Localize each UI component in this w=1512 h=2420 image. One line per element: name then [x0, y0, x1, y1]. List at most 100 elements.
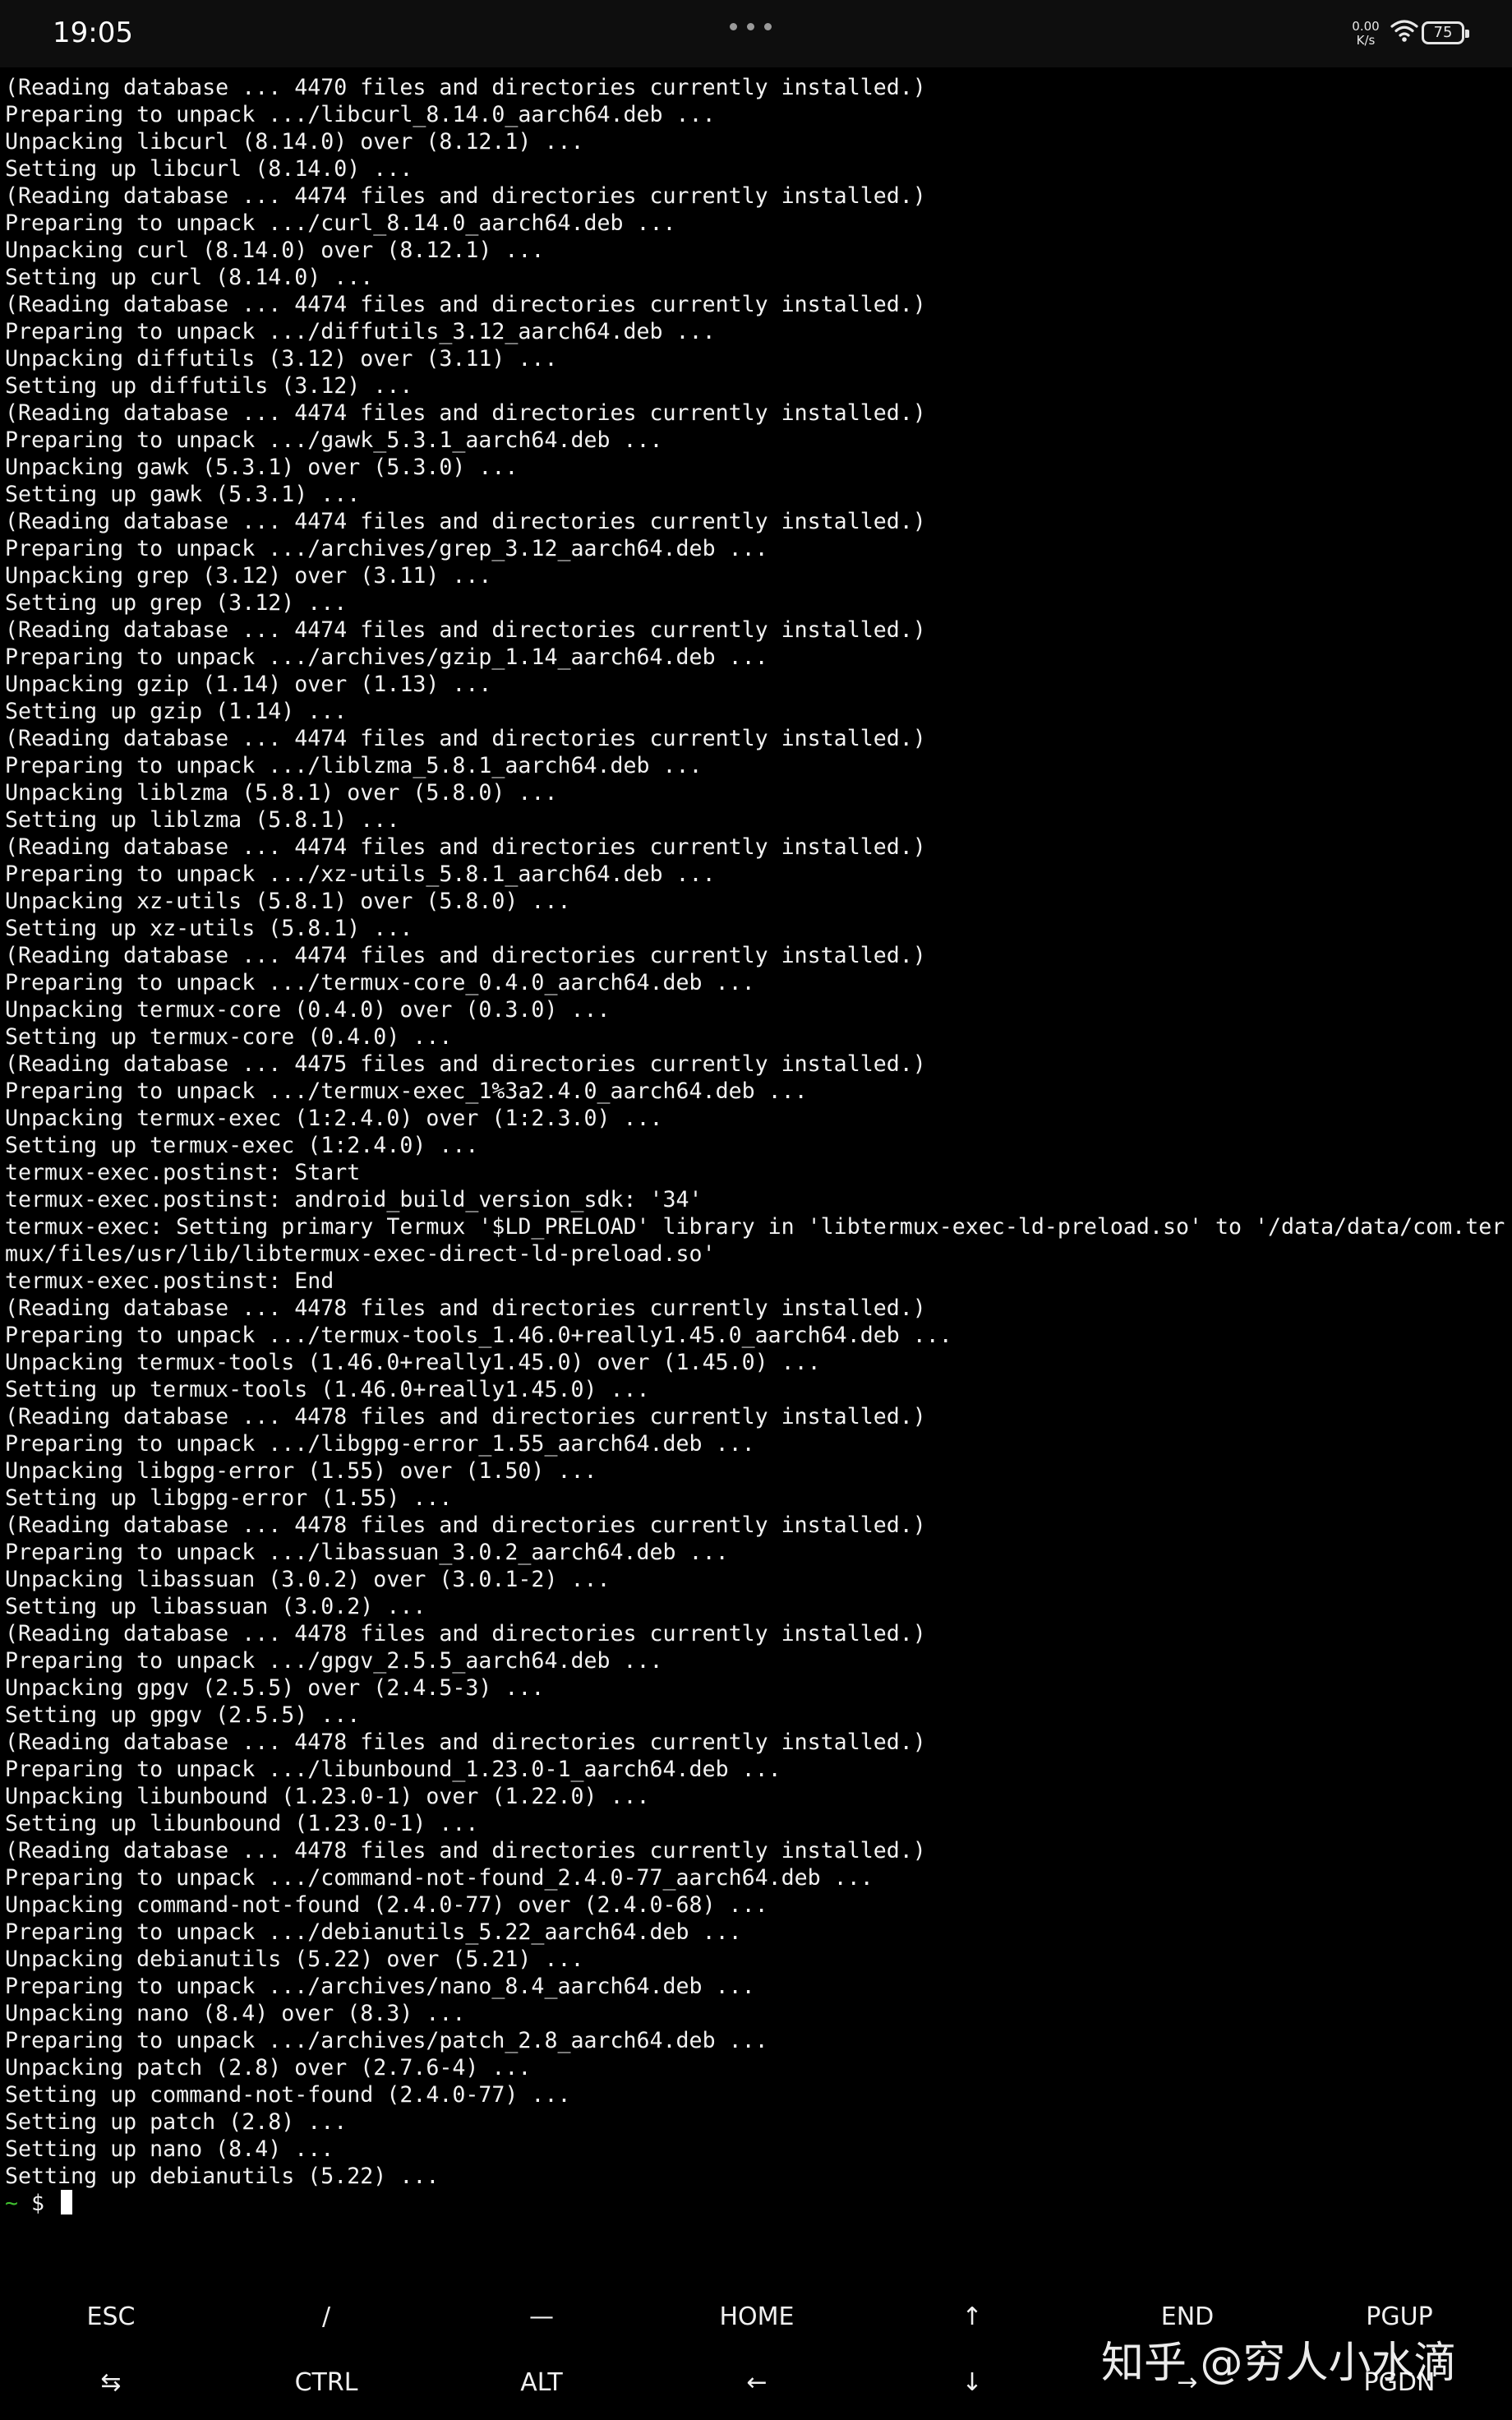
terminal-line: Preparing to unpack .../liblzma_5.8.1_aa… — [5, 753, 703, 778]
terminal-line: Unpacking grep (3.12) over (3.11) ... — [5, 563, 492, 589]
network-speed: 0.00 K/s — [1348, 20, 1384, 48]
key-left-arrow[interactable]: ← — [649, 2356, 864, 2410]
key-slash[interactable]: / — [219, 2290, 434, 2344]
clock: 19:05 — [53, 16, 133, 49]
terminal-line: Setting up liblzma (5.8.1) ... — [5, 807, 400, 833]
battery-icon: 75 — [1422, 21, 1469, 44]
terminal-line: Preparing to unpack .../curl_8.14.0_aarc… — [5, 210, 676, 236]
terminal-line: Setting up nano (8.4) ... — [5, 2136, 334, 2162]
prompt-symbol: $ — [31, 2191, 45, 2216]
terminal-line: Setting up command-not-found (2.4.0-77) … — [5, 2082, 571, 2108]
terminal-line: Preparing to unpack .../termux-tools_1.4… — [5, 1323, 952, 1348]
terminal-line: Preparing to unpack .../libassuan_3.0.2_… — [5, 1540, 729, 1565]
terminal-line: Unpacking command-not-found (2.4.0-77) o… — [5, 1892, 768, 1918]
terminal-line: Preparing to unpack .../gawk_5.3.1_aarch… — [5, 427, 663, 453]
terminal-line: Setting up termux-core (0.4.0) ... — [5, 1024, 453, 1050]
network-speed-unit: K/s — [1356, 33, 1376, 48]
terminal-line: Unpacking xz-utils (5.8.1) over (5.8.0) … — [5, 889, 571, 914]
terminal-line: (Reading database ... 4474 files and dir… — [5, 943, 926, 968]
text-cursor — [61, 2190, 73, 2214]
terminal-line: Setting up libassuan (3.0.2) ... — [5, 1594, 426, 1619]
key-home[interactable]: HOME — [649, 2290, 864, 2344]
terminal-line: Setting up libcurl (8.14.0) ... — [5, 156, 413, 182]
terminal-line: (Reading database ... 4474 files and dir… — [5, 400, 926, 426]
terminal-line: (Reading database ... 4478 files and dir… — [5, 1404, 926, 1429]
terminal-line: termux-exec.postinst: End — [5, 1268, 334, 1294]
terminal-line: Preparing to unpack .../libunbound_1.23.… — [5, 1757, 781, 1782]
terminal-line: mux/files/usr/lib/libtermux-exec-direct-… — [5, 1241, 716, 1267]
terminal-line: Setting up termux-tools (1.46.0+really1.… — [5, 1377, 650, 1402]
terminal-line: Unpacking gzip (1.14) over (1.13) ... — [5, 672, 492, 697]
network-speed-value: 0.00 — [1352, 19, 1380, 34]
terminal-line: (Reading database ... 4474 files and dir… — [5, 834, 926, 860]
terminal-line: Unpacking debianutils (5.22) over (5.21)… — [5, 1947, 584, 1972]
terminal-line: Setting up patch (2.8) ... — [5, 2109, 348, 2135]
terminal-line: Setting up grep (3.12) ... — [5, 590, 348, 616]
terminal-line: Preparing to unpack .../diffutils_3.12_a… — [5, 319, 716, 344]
terminal-line: Setting up gpgv (2.5.5) ... — [5, 1702, 361, 1728]
terminal-line: Preparing to unpack .../libgpg-error_1.5… — [5, 1431, 755, 1457]
terminal-line: Unpacking gawk (5.3.1) over (5.3.0) ... — [5, 455, 519, 480]
terminal-line: Unpacking nano (8.4) over (8.3) ... — [5, 2001, 466, 2026]
terminal-line: termux-exec.postinst: android_build_vers… — [5, 1187, 703, 1212]
terminal-output[interactable]: (Reading database ... 4470 files and dir… — [5, 74, 1509, 2217]
terminal-line: (Reading database ... 4474 files and dir… — [5, 726, 926, 751]
terminal-line: Preparing to unpack .../termux-exec_1%3a… — [5, 1078, 808, 1104]
terminal-line: Setting up gawk (5.3.1) ... — [5, 482, 361, 507]
key-dash[interactable]: — — [434, 2290, 649, 2344]
terminal-line: (Reading database ... 4474 files and dir… — [5, 617, 926, 643]
terminal-line: Unpacking libgpg-error (1.55) over (1.50… — [5, 1458, 597, 1484]
key-down-arrow[interactable]: ↓ — [864, 2356, 1080, 2410]
terminal-line: Preparing to unpack .../archives/grep_3.… — [5, 536, 768, 561]
more-dots-icon[interactable] — [730, 18, 782, 31]
terminal-line: Preparing to unpack .../archives/nano_8.… — [5, 1974, 755, 1999]
terminal-line: Setting up termux-exec (1:2.4.0) ... — [5, 1133, 479, 1158]
terminal-line: Unpacking liblzma (5.8.1) over (5.8.0) .… — [5, 780, 558, 806]
terminal-line: Unpacking libunbound (1.23.0-1) over (1.… — [5, 1784, 650, 1809]
shell-prompt[interactable]: ~ $ — [5, 2190, 1509, 2217]
key-ctrl[interactable]: CTRL — [219, 2356, 434, 2410]
key-alt[interactable]: ALT — [434, 2356, 649, 2410]
terminal-line: (Reading database ... 4470 files and dir… — [5, 75, 926, 100]
terminal-line: termux-exec: Setting primary Termux '$LD… — [5, 1214, 1505, 1240]
terminal-line: Unpacking termux-exec (1:2.4.0) over (1:… — [5, 1106, 663, 1131]
terminal-line: Preparing to unpack .../libcurl_8.14.0_a… — [5, 102, 716, 127]
terminal-line: Preparing to unpack .../gpgv_2.5.5_aarch… — [5, 1648, 663, 1674]
terminal-line: Setting up curl (8.14.0) ... — [5, 265, 374, 290]
terminal-line: (Reading database ... 4474 files and dir… — [5, 509, 926, 534]
terminal-line: Unpacking libcurl (8.14.0) over (8.12.1)… — [5, 129, 584, 155]
terminal-line: Preparing to unpack .../xz-utils_5.8.1_a… — [5, 861, 716, 887]
terminal-line: Unpacking libassuan (3.0.2) over (3.0.1-… — [5, 1567, 611, 1592]
terminal-line: (Reading database ... 4474 files and dir… — [5, 183, 926, 209]
key-tab[interactable]: ⇆ — [3, 2356, 219, 2410]
terminal-line: Unpacking curl (8.14.0) over (8.12.1) ..… — [5, 238, 545, 263]
terminal-line: (Reading database ... 4478 files and dir… — [5, 1512, 926, 1538]
terminal-line: Unpacking diffutils (3.12) over (3.11) .… — [5, 346, 558, 372]
terminal-line: (Reading database ... 4478 files and dir… — [5, 1730, 926, 1755]
terminal-line: (Reading database ... 4474 files and dir… — [5, 292, 926, 317]
terminal-line: Unpacking patch (2.8) over (2.7.6-4) ... — [5, 2055, 532, 2081]
terminal-line: Preparing to unpack .../termux-core_0.4.… — [5, 970, 755, 995]
terminal-line: (Reading database ... 4478 files and dir… — [5, 1838, 926, 1863]
terminal-line: Setting up libgpg-error (1.55) ... — [5, 1485, 453, 1511]
terminal-line: Preparing to unpack .../archives/patch_2… — [5, 2028, 768, 2053]
key-esc[interactable]: ESC — [3, 2290, 219, 2344]
terminal-line: termux-exec.postinst: Start — [5, 1160, 361, 1185]
status-bar: 19:05 0.00 K/s 75 — [0, 0, 1512, 67]
terminal-line: Setting up libunbound (1.23.0-1) ... — [5, 1811, 479, 1836]
terminal-line: Setting up xz-utils (5.8.1) ... — [5, 916, 413, 941]
terminal-line: Unpacking gpgv (2.5.5) over (2.4.5-3) ..… — [5, 1675, 545, 1701]
terminal-line: (Reading database ... 4475 files and dir… — [5, 1051, 926, 1077]
terminal-line: Setting up debianutils (5.22) ... — [5, 2164, 440, 2189]
terminal-line: Setting up gzip (1.14) ... — [5, 699, 348, 724]
terminal-line: Setting up diffutils (3.12) ... — [5, 373, 413, 399]
wifi-icon — [1390, 20, 1418, 42]
watermark: 知乎 @穷人小水滴 — [1101, 2339, 1457, 2388]
terminal-line: (Reading database ... 4478 files and dir… — [5, 1621, 926, 1646]
terminal-line: (Reading database ... 4478 files and dir… — [5, 1295, 926, 1321]
terminal-line: Preparing to unpack .../debianutils_5.22… — [5, 1919, 742, 1945]
terminal-line: Unpacking termux-tools (1.46.0+really1.4… — [5, 1350, 821, 1375]
key-up-arrow[interactable]: ↑ — [864, 2290, 1080, 2344]
terminal-line: Preparing to unpack .../archives/gzip_1.… — [5, 644, 768, 670]
terminal-line: Preparing to unpack .../command-not-foun… — [5, 1865, 874, 1891]
